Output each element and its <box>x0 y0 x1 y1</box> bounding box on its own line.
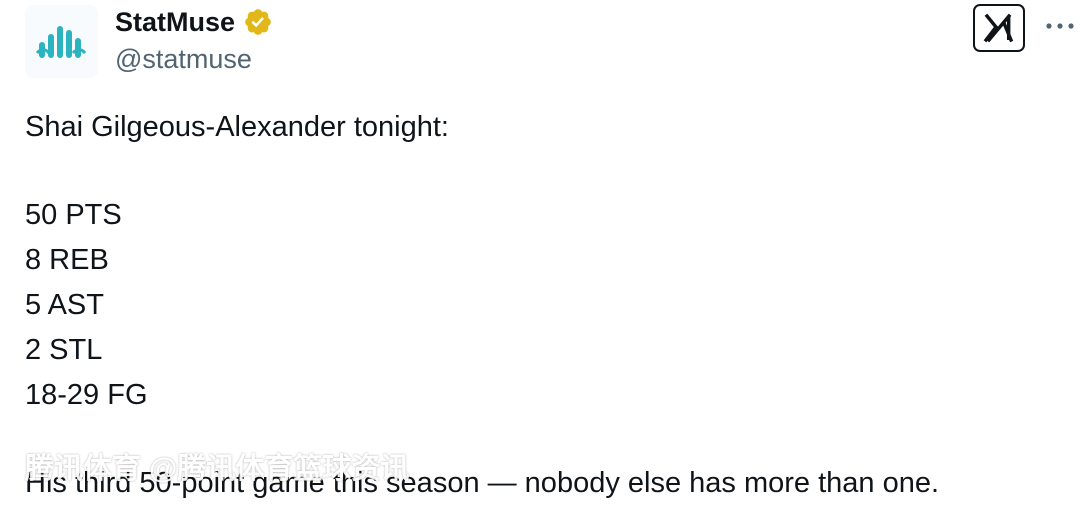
tweet-intro: Shai Gilgeous-Alexander tonight: <box>25 111 449 143</box>
stat-line: 8 REB <box>25 244 109 276</box>
stat-line: 50 PTS <box>25 199 122 231</box>
author-display-name[interactable]: StatMuse <box>115 5 235 39</box>
more-icon <box>1046 23 1074 29</box>
stat-line: 18-29 FG <box>25 379 148 411</box>
more-options-button[interactable] <box>1042 6 1078 46</box>
grok-icon <box>983 13 1014 43</box>
author-handle[interactable]: @statmuse <box>115 42 252 76</box>
avatar[interactable] <box>25 5 98 78</box>
author-name-row[interactable]: StatMuse <box>115 5 273 39</box>
tweet-footer: His third 50-point game this season — no… <box>25 467 940 499</box>
tweet-card: StatMuse @statmuse Shai Gilgeous-Alexand… <box>0 0 1080 507</box>
verified-badge-icon <box>245 9 271 35</box>
grok-button[interactable] <box>973 4 1025 52</box>
stat-line: 5 AST <box>25 289 104 321</box>
stat-line: 2 STL <box>25 334 103 366</box>
statmuse-logo-icon <box>35 25 86 58</box>
